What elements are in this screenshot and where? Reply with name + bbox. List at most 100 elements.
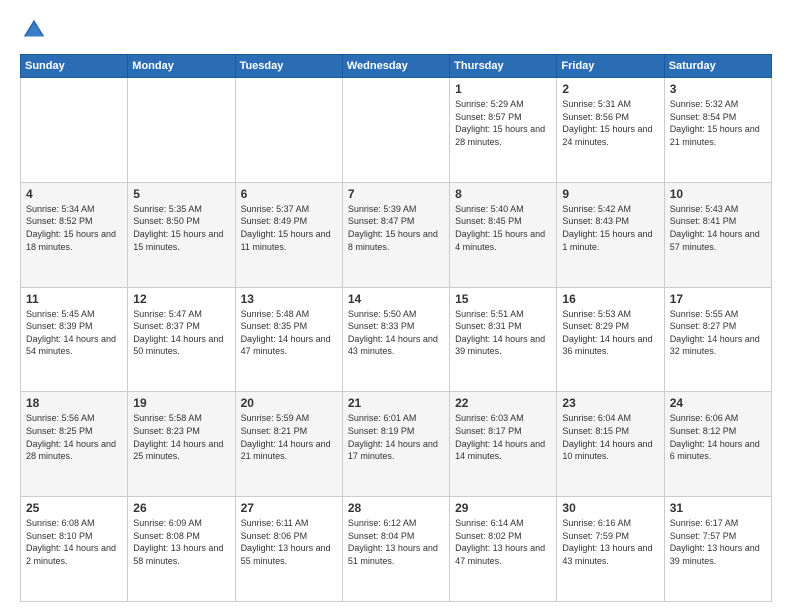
day-number: 30: [562, 501, 658, 515]
day-cell-2: 2Sunrise: 5:31 AM Sunset: 8:56 PM Daylig…: [557, 78, 664, 183]
day-number: 3: [670, 82, 766, 96]
day-info: Sunrise: 5:59 AM Sunset: 8:21 PM Dayligh…: [241, 412, 337, 462]
day-info: Sunrise: 6:17 AM Sunset: 7:57 PM Dayligh…: [670, 517, 766, 567]
logo-icon: [20, 16, 48, 44]
day-number: 5: [133, 187, 229, 201]
day-info: Sunrise: 6:16 AM Sunset: 7:59 PM Dayligh…: [562, 517, 658, 567]
day-number: 27: [241, 501, 337, 515]
day-info: Sunrise: 5:53 AM Sunset: 8:29 PM Dayligh…: [562, 308, 658, 358]
day-info: Sunrise: 5:42 AM Sunset: 8:43 PM Dayligh…: [562, 203, 658, 253]
day-info: Sunrise: 5:51 AM Sunset: 8:31 PM Dayligh…: [455, 308, 551, 358]
day-number: 24: [670, 396, 766, 410]
day-info: Sunrise: 6:01 AM Sunset: 8:19 PM Dayligh…: [348, 412, 444, 462]
day-info: Sunrise: 5:58 AM Sunset: 8:23 PM Dayligh…: [133, 412, 229, 462]
day-cell-29: 29Sunrise: 6:14 AM Sunset: 8:02 PM Dayli…: [450, 497, 557, 602]
day-info: Sunrise: 6:04 AM Sunset: 8:15 PM Dayligh…: [562, 412, 658, 462]
day-cell-17: 17 Sunrise: 5:55 AM Sunset: 8:27 PM Dayli…: [664, 287, 771, 392]
day-info: Sunrise: 6:03 AM Sunset: 8:17 PM Dayligh…: [455, 412, 551, 462]
day-number: 26: [133, 501, 229, 515]
day-number: 2: [562, 82, 658, 96]
day-number: 15: [455, 292, 551, 306]
day-number: 31: [670, 501, 766, 515]
day-number: 19: [133, 396, 229, 410]
day-number: 21: [348, 396, 444, 410]
week-row-4: 18 Sunrise: 5:56 AM Sunset: 8:25 PM Dayli…: [21, 392, 772, 497]
day-info: Sunrise: 5:39 AM Sunset: 8:47 PM Dayligh…: [348, 203, 444, 253]
day-number: 1: [455, 82, 551, 96]
day-info: Sunrise: 6:11 AM Sunset: 8:06 PM Dayligh…: [241, 517, 337, 567]
day-info: Sunrise: 5:48 AM Sunset: 8:35 PM Dayligh…: [241, 308, 337, 358]
weekday-header-monday: Monday: [128, 55, 235, 78]
day-cell-21: 21 Sunrise: 6:01 AM Sunset: 8:19 PM Dayli…: [342, 392, 449, 497]
day-number: 17: [670, 292, 766, 306]
day-number: 25: [26, 501, 122, 515]
weekday-header-tuesday: Tuesday: [235, 55, 342, 78]
weekday-header-saturday: Saturday: [664, 55, 771, 78]
day-info: Sunrise: 5:55 AM Sunset: 8:27 PM Dayligh…: [670, 308, 766, 358]
day-info: Sunrise: 5:40 AM Sunset: 8:45 PM Dayligh…: [455, 203, 551, 253]
day-number: 23: [562, 396, 658, 410]
day-cell-7: 7 Sunrise: 5:39 AM Sunset: 8:47 PM Daylig…: [342, 182, 449, 287]
day-info: Sunrise: 5:43 AM Sunset: 8:41 PM Dayligh…: [670, 203, 766, 253]
day-number: 18: [26, 396, 122, 410]
day-cell-27: 27 Sunrise: 6:11 AM Sunset: 8:06 PM Dayli…: [235, 497, 342, 602]
day-cell-31: 31 Sunrise: 6:17 AM Sunset: 7:57 PM Dayli…: [664, 497, 771, 602]
day-number: 10: [670, 187, 766, 201]
empty-cell: [235, 78, 342, 183]
day-cell-8: 8 Sunrise: 5:40 AM Sunset: 8:45 PM Daylig…: [450, 182, 557, 287]
logo: [20, 16, 52, 44]
day-cell-23: 23 Sunrise: 6:04 AM Sunset: 8:15 PM Dayli…: [557, 392, 664, 497]
day-info: Sunrise: 6:06 AM Sunset: 8:12 PM Dayligh…: [670, 412, 766, 462]
day-number: 14: [348, 292, 444, 306]
day-number: 6: [241, 187, 337, 201]
weekday-header-thursday: Thursday: [450, 55, 557, 78]
week-row-2: 4 Sunrise: 5:34 AM Sunset: 8:52 PM Daylig…: [21, 182, 772, 287]
week-row-5: 25 Sunrise: 6:08 AM Sunset: 8:10 PM Dayli…: [21, 497, 772, 602]
day-info: Sunrise: 6:08 AM Sunset: 8:10 PM Dayligh…: [26, 517, 122, 567]
day-info: Sunrise: 5:50 AM Sunset: 8:33 PM Dayligh…: [348, 308, 444, 358]
day-cell-6: 6 Sunrise: 5:37 AM Sunset: 8:49 PM Daylig…: [235, 182, 342, 287]
day-cell-30: 30 Sunrise: 6:16 AM Sunset: 7:59 PM Dayli…: [557, 497, 664, 602]
day-number: 29: [455, 501, 551, 515]
day-number: 7: [348, 187, 444, 201]
header: [20, 16, 772, 44]
day-cell-25: 25 Sunrise: 6:08 AM Sunset: 8:10 PM Dayli…: [21, 497, 128, 602]
calendar-page: SundayMondayTuesdayWednesdayThursdayFrid…: [0, 0, 792, 612]
day-info: Sunrise: 5:47 AM Sunset: 8:37 PM Dayligh…: [133, 308, 229, 358]
day-info: Sunrise: 5:35 AM Sunset: 8:50 PM Dayligh…: [133, 203, 229, 253]
empty-cell: [128, 78, 235, 183]
day-number: 11: [26, 292, 122, 306]
day-info: Sunrise: 5:45 AM Sunset: 8:39 PM Dayligh…: [26, 308, 122, 358]
day-cell-10: 10 Sunrise: 5:43 AM Sunset: 8:41 PM Dayli…: [664, 182, 771, 287]
day-cell-11: 11 Sunrise: 5:45 AM Sunset: 8:39 PM Dayli…: [21, 287, 128, 392]
day-cell-5: 5 Sunrise: 5:35 AM Sunset: 8:50 PM Daylig…: [128, 182, 235, 287]
calendar-table: SundayMondayTuesdayWednesdayThursdayFrid…: [20, 54, 772, 602]
day-info: Sunrise: 6:09 AM Sunset: 8:08 PM Dayligh…: [133, 517, 229, 567]
day-number: 4: [26, 187, 122, 201]
day-cell-9: 9 Sunrise: 5:42 AM Sunset: 8:43 PM Daylig…: [557, 182, 664, 287]
day-number: 12: [133, 292, 229, 306]
weekday-header-row: SundayMondayTuesdayWednesdayThursdayFrid…: [21, 55, 772, 78]
day-info: Sunrise: 5:37 AM Sunset: 8:49 PM Dayligh…: [241, 203, 337, 253]
day-cell-26: 26 Sunrise: 6:09 AM Sunset: 8:08 PM Dayli…: [128, 497, 235, 602]
day-cell-28: 28Sunrise: 6:12 AM Sunset: 8:04 PM Dayli…: [342, 497, 449, 602]
day-cell-18: 18 Sunrise: 5:56 AM Sunset: 8:25 PM Dayli…: [21, 392, 128, 497]
day-cell-14: 14 Sunrise: 5:50 AM Sunset: 8:33 PM Dayli…: [342, 287, 449, 392]
empty-cell: [21, 78, 128, 183]
day-cell-12: 12 Sunrise: 5:47 AM Sunset: 8:37 PM Dayli…: [128, 287, 235, 392]
day-number: 20: [241, 396, 337, 410]
day-cell-20: 20 Sunrise: 5:59 AM Sunset: 8:21 PM Dayli…: [235, 392, 342, 497]
day-info: Sunrise: 6:12 AM Sunset: 8:04 PM Dayligh…: [348, 517, 444, 567]
week-row-3: 11 Sunrise: 5:45 AM Sunset: 8:39 PM Dayli…: [21, 287, 772, 392]
day-number: 9: [562, 187, 658, 201]
day-cell-13: 13 Sunrise: 5:48 AM Sunset: 8:35 PM Dayli…: [235, 287, 342, 392]
empty-cell: [342, 78, 449, 183]
day-info: Sunrise: 5:34 AM Sunset: 8:52 PM Dayligh…: [26, 203, 122, 253]
day-cell-1: 1Sunrise: 5:29 AM Sunset: 8:57 PM Daylig…: [450, 78, 557, 183]
day-number: 8: [455, 187, 551, 201]
day-number: 13: [241, 292, 337, 306]
day-cell-16: 16Sunrise: 5:53 AM Sunset: 8:29 PM Dayli…: [557, 287, 664, 392]
week-row-1: 1Sunrise: 5:29 AM Sunset: 8:57 PM Daylig…: [21, 78, 772, 183]
day-info: Sunrise: 5:56 AM Sunset: 8:25 PM Dayligh…: [26, 412, 122, 462]
day-cell-15: 15 Sunrise: 5:51 AM Sunset: 8:31 PM Dayli…: [450, 287, 557, 392]
